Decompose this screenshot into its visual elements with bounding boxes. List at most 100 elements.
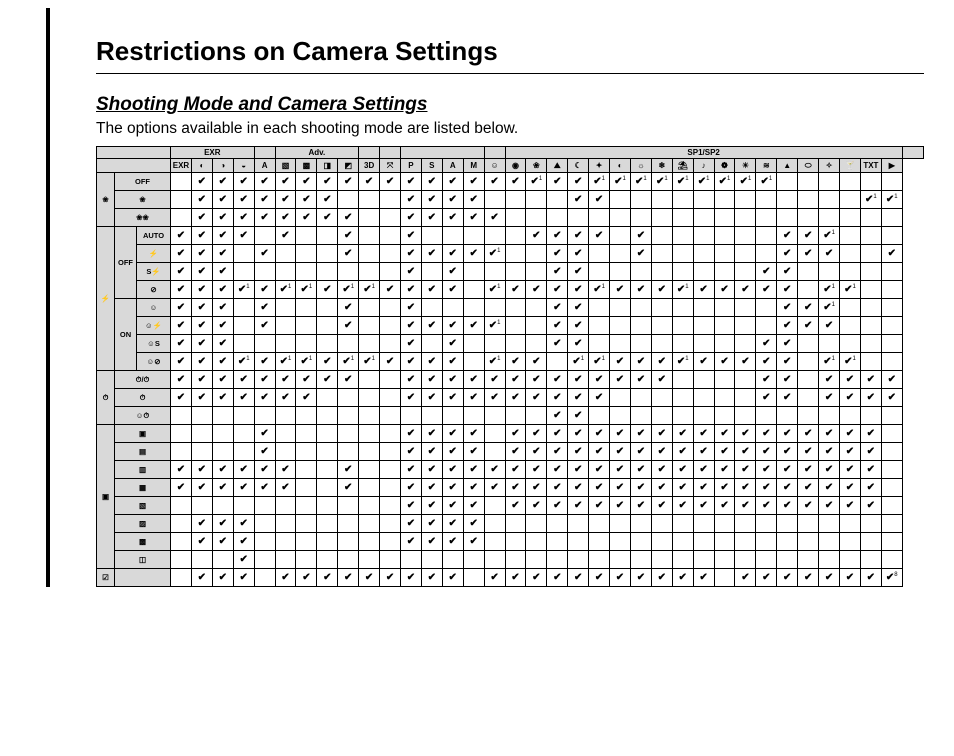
cell: ✔ [526,461,547,479]
col-group [484,147,505,159]
cell: ✔ [589,191,610,209]
cell [380,263,401,281]
col-group: SP1/SP2 [505,147,902,159]
cell [359,299,380,317]
col-group: Adv. [275,147,359,159]
cell: ✔ [547,371,568,389]
cell: ✔ [568,281,589,299]
cell [191,425,212,443]
cell [526,551,547,569]
cell [380,371,401,389]
col-F7: ◐ [610,159,631,173]
cell [630,335,651,353]
cell [547,533,568,551]
cell: ✔ [442,371,463,389]
cell [505,533,526,551]
cell: ✔ [380,281,401,299]
cell [881,479,902,497]
cell: ✔ [547,569,568,587]
cell [840,209,861,227]
cell: ✔ [547,281,568,299]
cell [735,389,756,407]
cell [338,407,359,425]
cell [630,263,651,281]
cell [233,497,254,515]
cell: ✔ [735,569,756,587]
cell: ✔ [630,497,651,515]
cell [296,443,317,461]
cell: ✔ [693,461,714,479]
cell: ✔ [819,569,840,587]
cell: ✔ [275,209,296,227]
cell: ✔ [191,479,212,497]
cell: ✔ [191,317,212,335]
cell: ✔ [589,389,610,407]
cell: ✔ [819,443,840,461]
col-M: M [463,159,484,173]
cell [651,263,672,281]
cell [610,389,631,407]
cell: ✔ [380,173,401,191]
cell: ✔ [714,353,735,371]
cell [693,335,714,353]
cell: ✔ [275,479,296,497]
cell: ✔ [296,569,317,587]
cell [296,515,317,533]
cell [275,533,296,551]
cell: ✔ [505,569,526,587]
col-group [359,147,380,159]
cell: ✔ [568,263,589,281]
cell: ✔ [798,317,819,335]
cell [630,533,651,551]
cell: ✔ [442,479,463,497]
cell [505,335,526,353]
cell [254,263,275,281]
cell: ✔1 [651,173,672,191]
cell [610,407,631,425]
cell [798,191,819,209]
cell: ✔ [860,497,881,515]
col-A: A [442,159,463,173]
cell: ✔ [589,425,610,443]
row-label: ☺⏱ [115,407,171,425]
cell [171,515,192,533]
cell [359,515,380,533]
cell: ✔ [171,227,192,245]
cell [714,335,735,353]
cell: ✔ [317,209,338,227]
cell [317,245,338,263]
cell [860,281,881,299]
row-label: ⚡ [137,245,171,263]
col-group [400,147,484,159]
cell: ✔ [589,227,610,245]
cell [798,389,819,407]
col-F18: 🍸 [840,159,861,173]
cell [693,263,714,281]
cell: ✔ [526,281,547,299]
cell: ✔ [400,533,421,551]
cell [610,209,631,227]
cell [568,515,589,533]
cell: ✔ [463,515,484,533]
cell: ✔ [317,281,338,299]
cell [610,299,631,317]
cell: ✔ [400,497,421,515]
cell [881,281,902,299]
cell: ✔ [505,425,526,443]
cell: ✔ [212,461,233,479]
cell [881,443,902,461]
cell: ✔ [568,335,589,353]
cell [317,407,338,425]
cell: ✔ [568,569,589,587]
cell [735,407,756,425]
cell: ✔ [338,299,359,317]
cell [171,425,192,443]
cell [359,389,380,407]
cell: ✔ [819,245,840,263]
cell [568,209,589,227]
cell: ✔ [526,371,547,389]
cell: ✔1 [484,281,505,299]
cell [484,263,505,281]
cell: ✔ [484,389,505,407]
cell [505,551,526,569]
